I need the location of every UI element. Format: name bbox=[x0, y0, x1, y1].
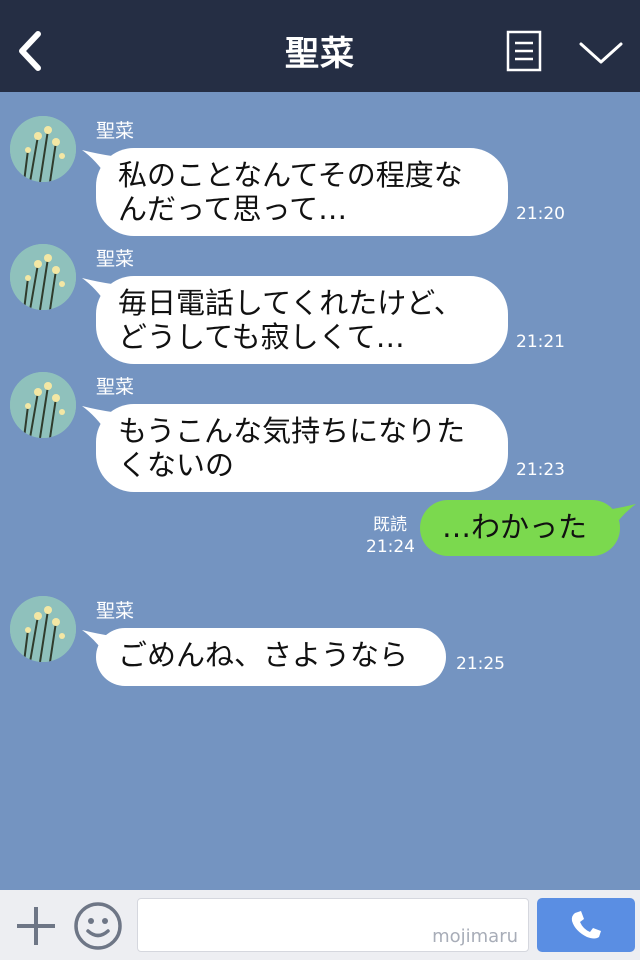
message-time: 21:23 bbox=[516, 460, 565, 480]
sender-name: 聖菜 bbox=[96, 600, 135, 622]
message-bubble[interactable]: もうこんな気持ちになりた くないの bbox=[96, 404, 508, 492]
message-time: 21:24 bbox=[366, 537, 415, 557]
read-receipt: 既読 21:24 bbox=[366, 514, 415, 558]
avatar[interactable] bbox=[10, 116, 76, 182]
sender-name: 聖菜 bbox=[96, 120, 135, 142]
avatar[interactable] bbox=[10, 244, 76, 310]
phone-icon bbox=[571, 911, 601, 939]
flower-avatar-icon bbox=[10, 244, 76, 310]
avatar[interactable] bbox=[10, 372, 76, 438]
notes-icon[interactable] bbox=[506, 30, 542, 72]
smiley-icon[interactable] bbox=[72, 900, 124, 952]
message-time: 21:21 bbox=[516, 332, 565, 352]
avatar[interactable] bbox=[10, 596, 76, 662]
flower-avatar-icon bbox=[10, 372, 76, 438]
chevron-down-icon[interactable] bbox=[578, 40, 624, 66]
bubble-tail bbox=[606, 504, 636, 532]
message-input[interactable]: mojimaru bbox=[137, 898, 529, 952]
watermark: mojimaru bbox=[432, 926, 518, 947]
message-time: 21:20 bbox=[516, 204, 565, 224]
plus-icon[interactable] bbox=[14, 904, 58, 948]
message-bubble[interactable]: 私のことなんてその程度な んだって思って… bbox=[96, 148, 508, 236]
call-button[interactable] bbox=[537, 898, 635, 952]
chat-header: 聖菜 bbox=[0, 0, 640, 92]
message-time: 21:25 bbox=[456, 654, 505, 674]
chat-title: 聖菜 bbox=[285, 34, 355, 74]
flower-avatar-icon bbox=[10, 596, 76, 662]
my-message-bubble[interactable]: …わかった bbox=[420, 500, 620, 556]
chat-area[interactable]: 聖菜 私のことなんてその程度な んだって思って… 21:20 聖菜 毎日電話して… bbox=[0, 92, 640, 890]
sender-name: 聖菜 bbox=[96, 248, 135, 270]
message-bubble[interactable]: ごめんね、さようなら bbox=[96, 628, 446, 686]
sender-name: 聖菜 bbox=[96, 376, 135, 398]
flower-avatar-icon bbox=[10, 116, 76, 182]
read-label: 既読 bbox=[373, 515, 407, 535]
message-bubble[interactable]: 毎日電話してくれたけど、 どうしても寂しくて… bbox=[96, 276, 508, 364]
